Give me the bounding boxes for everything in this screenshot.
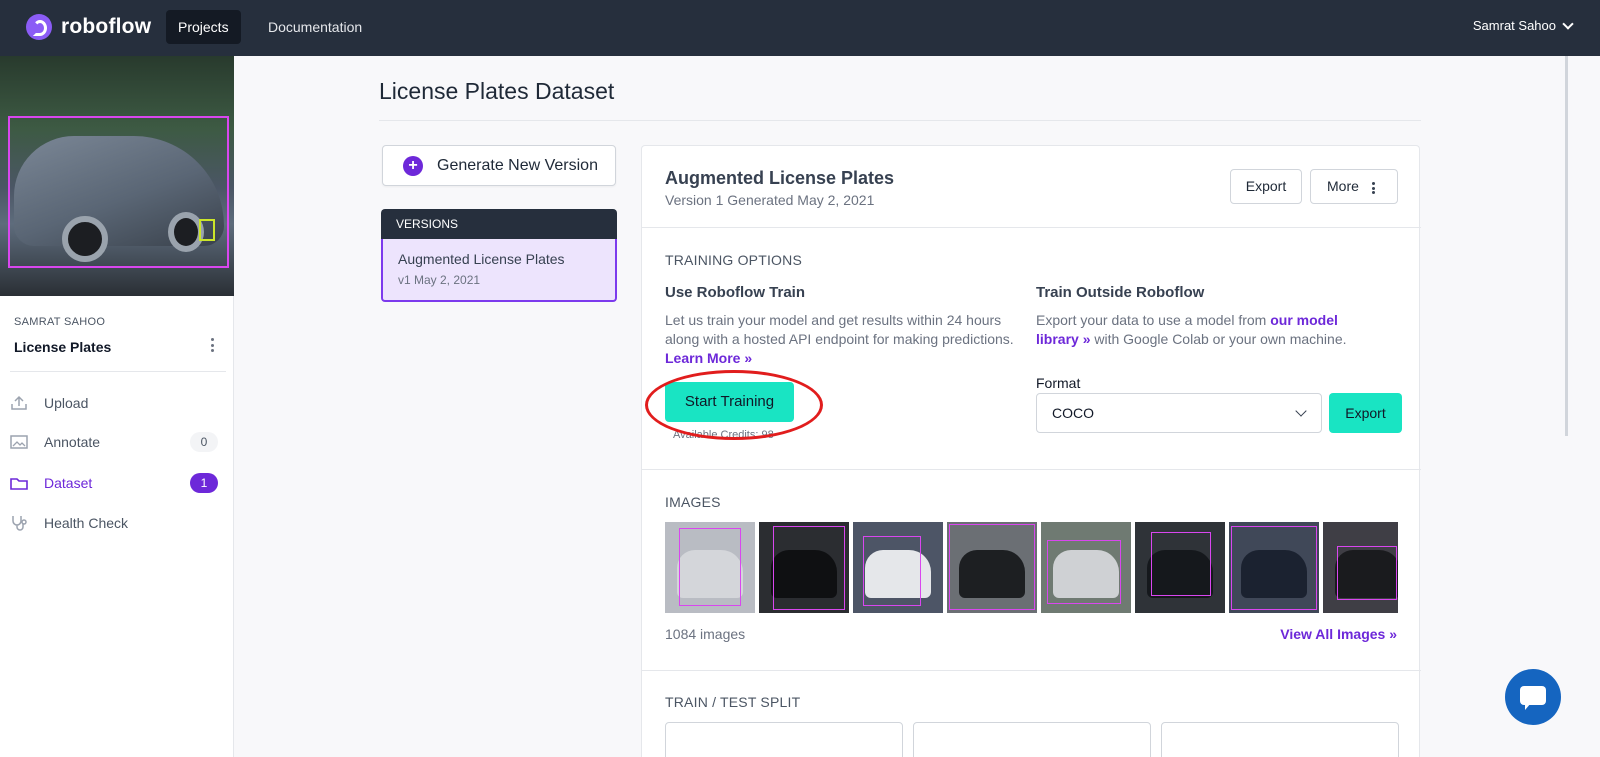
bounding-box bbox=[773, 526, 845, 610]
divider bbox=[10, 371, 226, 372]
version-title: Augmented License Plates bbox=[665, 168, 895, 188]
nav-documentation[interactable]: Documentation bbox=[256, 10, 374, 44]
sidebar: SAMRAT SAHOO License Plates Upload Annot… bbox=[0, 56, 234, 757]
more-button[interactable]: More bbox=[1310, 169, 1398, 204]
image-thumbnail[interactable] bbox=[1135, 522, 1225, 613]
train-description-text: Let us train your model and get results … bbox=[665, 312, 1014, 347]
train-test-split-label: TRAIN / TEST SPLIT bbox=[665, 694, 801, 710]
scrollbar[interactable] bbox=[1565, 56, 1568, 436]
nav-projects[interactable]: Projects bbox=[166, 10, 241, 44]
bounding-box bbox=[1337, 546, 1397, 600]
dataset-icon bbox=[10, 475, 28, 491]
available-credits: Available Credits: 98 bbox=[673, 429, 774, 441]
bounding-box bbox=[863, 536, 921, 606]
top-navbar: roboflow Projects Documentation Samrat S… bbox=[0, 0, 1600, 56]
chat-button[interactable] bbox=[1505, 669, 1561, 725]
roboflow-train-description: Let us train your model and get results … bbox=[665, 311, 1015, 368]
project-cover-image bbox=[0, 56, 234, 296]
train-outside-description: Export your data to use a model from our… bbox=[1036, 311, 1376, 349]
divider bbox=[379, 120, 1421, 121]
version-date: v1 May 2, 2021 bbox=[398, 273, 481, 287]
sidebar-item-upload[interactable]: Upload bbox=[10, 390, 222, 416]
bounding-box bbox=[679, 528, 741, 606]
annotate-count-badge: 0 bbox=[190, 432, 218, 452]
export-button[interactable]: Export bbox=[1230, 169, 1302, 204]
format-select[interactable]: COCO bbox=[1036, 393, 1322, 433]
chevron-down-icon bbox=[1562, 17, 1574, 30]
upload-icon bbox=[10, 395, 28, 411]
versions-header: VERSIONS bbox=[381, 209, 617, 239]
learn-more-link[interactable]: Learn More » bbox=[665, 350, 752, 366]
annotate-icon bbox=[10, 434, 28, 450]
split-box-test bbox=[1161, 722, 1399, 757]
sidebar-item-dataset[interactable]: Dataset 1 bbox=[10, 470, 222, 496]
kebab-icon bbox=[1372, 182, 1375, 194]
bounding-box bbox=[1231, 526, 1317, 610]
format-value: COCO bbox=[1052, 405, 1094, 421]
brand-name: roboflow bbox=[61, 15, 152, 38]
divider bbox=[642, 469, 1421, 470]
training-options-label: TRAINING OPTIONS bbox=[665, 252, 802, 268]
version-detail-card: Augmented License Plates Version 1 Gener… bbox=[641, 145, 1421, 757]
generate-new-version-button[interactable]: + Generate New Version bbox=[382, 145, 616, 186]
image-thumbnails bbox=[665, 522, 1398, 613]
versions-panel: VERSIONS Augmented License Plates v1 May… bbox=[381, 209, 617, 302]
image-thumbnail[interactable] bbox=[665, 522, 755, 613]
chevron-down-icon bbox=[1295, 405, 1307, 417]
divider bbox=[642, 670, 1421, 671]
divider bbox=[642, 227, 1421, 228]
bounding-box-plate bbox=[199, 219, 215, 241]
sidebar-item-annotate[interactable]: Annotate 0 bbox=[10, 429, 222, 455]
image-thumbnail[interactable] bbox=[947, 522, 1037, 613]
project-menu-icon[interactable] bbox=[210, 338, 214, 352]
roboflow-logo-icon bbox=[26, 14, 52, 40]
image-thumbnail[interactable] bbox=[759, 522, 849, 613]
bounding-box bbox=[1047, 540, 1121, 604]
version-name: Augmented License Plates bbox=[398, 251, 565, 267]
start-training-button[interactable]: Start Training bbox=[665, 382, 794, 422]
train-outside-title: Train Outside Roboflow bbox=[1036, 284, 1205, 301]
sidebar-item-label: Annotate bbox=[44, 434, 101, 450]
image-thumbnail[interactable] bbox=[1041, 522, 1131, 613]
user-name: Samrat Sahoo bbox=[1472, 18, 1556, 33]
page-title: License Plates Dataset bbox=[379, 78, 615, 104]
chat-icon bbox=[1520, 686, 1546, 710]
sidebar-item-label: Upload bbox=[44, 395, 89, 411]
split-box-valid bbox=[913, 722, 1151, 757]
sidebar-item-label: Health Check bbox=[44, 515, 129, 531]
view-all-images-link[interactable]: View All Images » bbox=[1280, 626, 1397, 642]
image-count: 1084 images bbox=[665, 626, 746, 642]
format-label: Format bbox=[1036, 375, 1081, 391]
roboflow-train-title: Use Roboflow Train bbox=[665, 284, 806, 301]
sidebar-item-label: Dataset bbox=[44, 475, 93, 491]
outside-text-after: with Google Colab or your own machine. bbox=[1094, 331, 1347, 347]
image-thumbnail[interactable] bbox=[1229, 522, 1319, 613]
version-subtitle: Version 1 Generated May 2, 2021 bbox=[665, 192, 875, 208]
stethoscope-icon bbox=[10, 515, 28, 531]
generate-label: Generate New Version bbox=[437, 156, 598, 174]
outside-text-before: Export your data to use a model from bbox=[1036, 312, 1267, 328]
image-thumbnail[interactable] bbox=[853, 522, 943, 613]
more-label: More bbox=[1327, 178, 1359, 194]
version-item[interactable]: Augmented License Plates v1 May 2, 2021 bbox=[381, 239, 617, 302]
split-box-train bbox=[665, 722, 903, 757]
workspace-name: SAMRAT SAHOO bbox=[14, 316, 106, 328]
bounding-box bbox=[1151, 532, 1211, 596]
format-export-button[interactable]: Export bbox=[1329, 393, 1402, 433]
project-name: License Plates bbox=[14, 339, 112, 355]
bounding-box bbox=[949, 524, 1035, 610]
image-thumbnail[interactable] bbox=[1323, 522, 1398, 613]
sidebar-item-health-check[interactable]: Health Check bbox=[10, 510, 222, 536]
roboflow-logo[interactable]: roboflow bbox=[26, 13, 151, 41]
plus-circle-icon: + bbox=[403, 155, 423, 176]
images-label: IMAGES bbox=[665, 494, 721, 510]
dataset-count-badge: 1 bbox=[190, 473, 218, 493]
user-menu[interactable]: Samrat Sahoo bbox=[1472, 17, 1574, 33]
bounding-box-car bbox=[8, 116, 229, 268]
